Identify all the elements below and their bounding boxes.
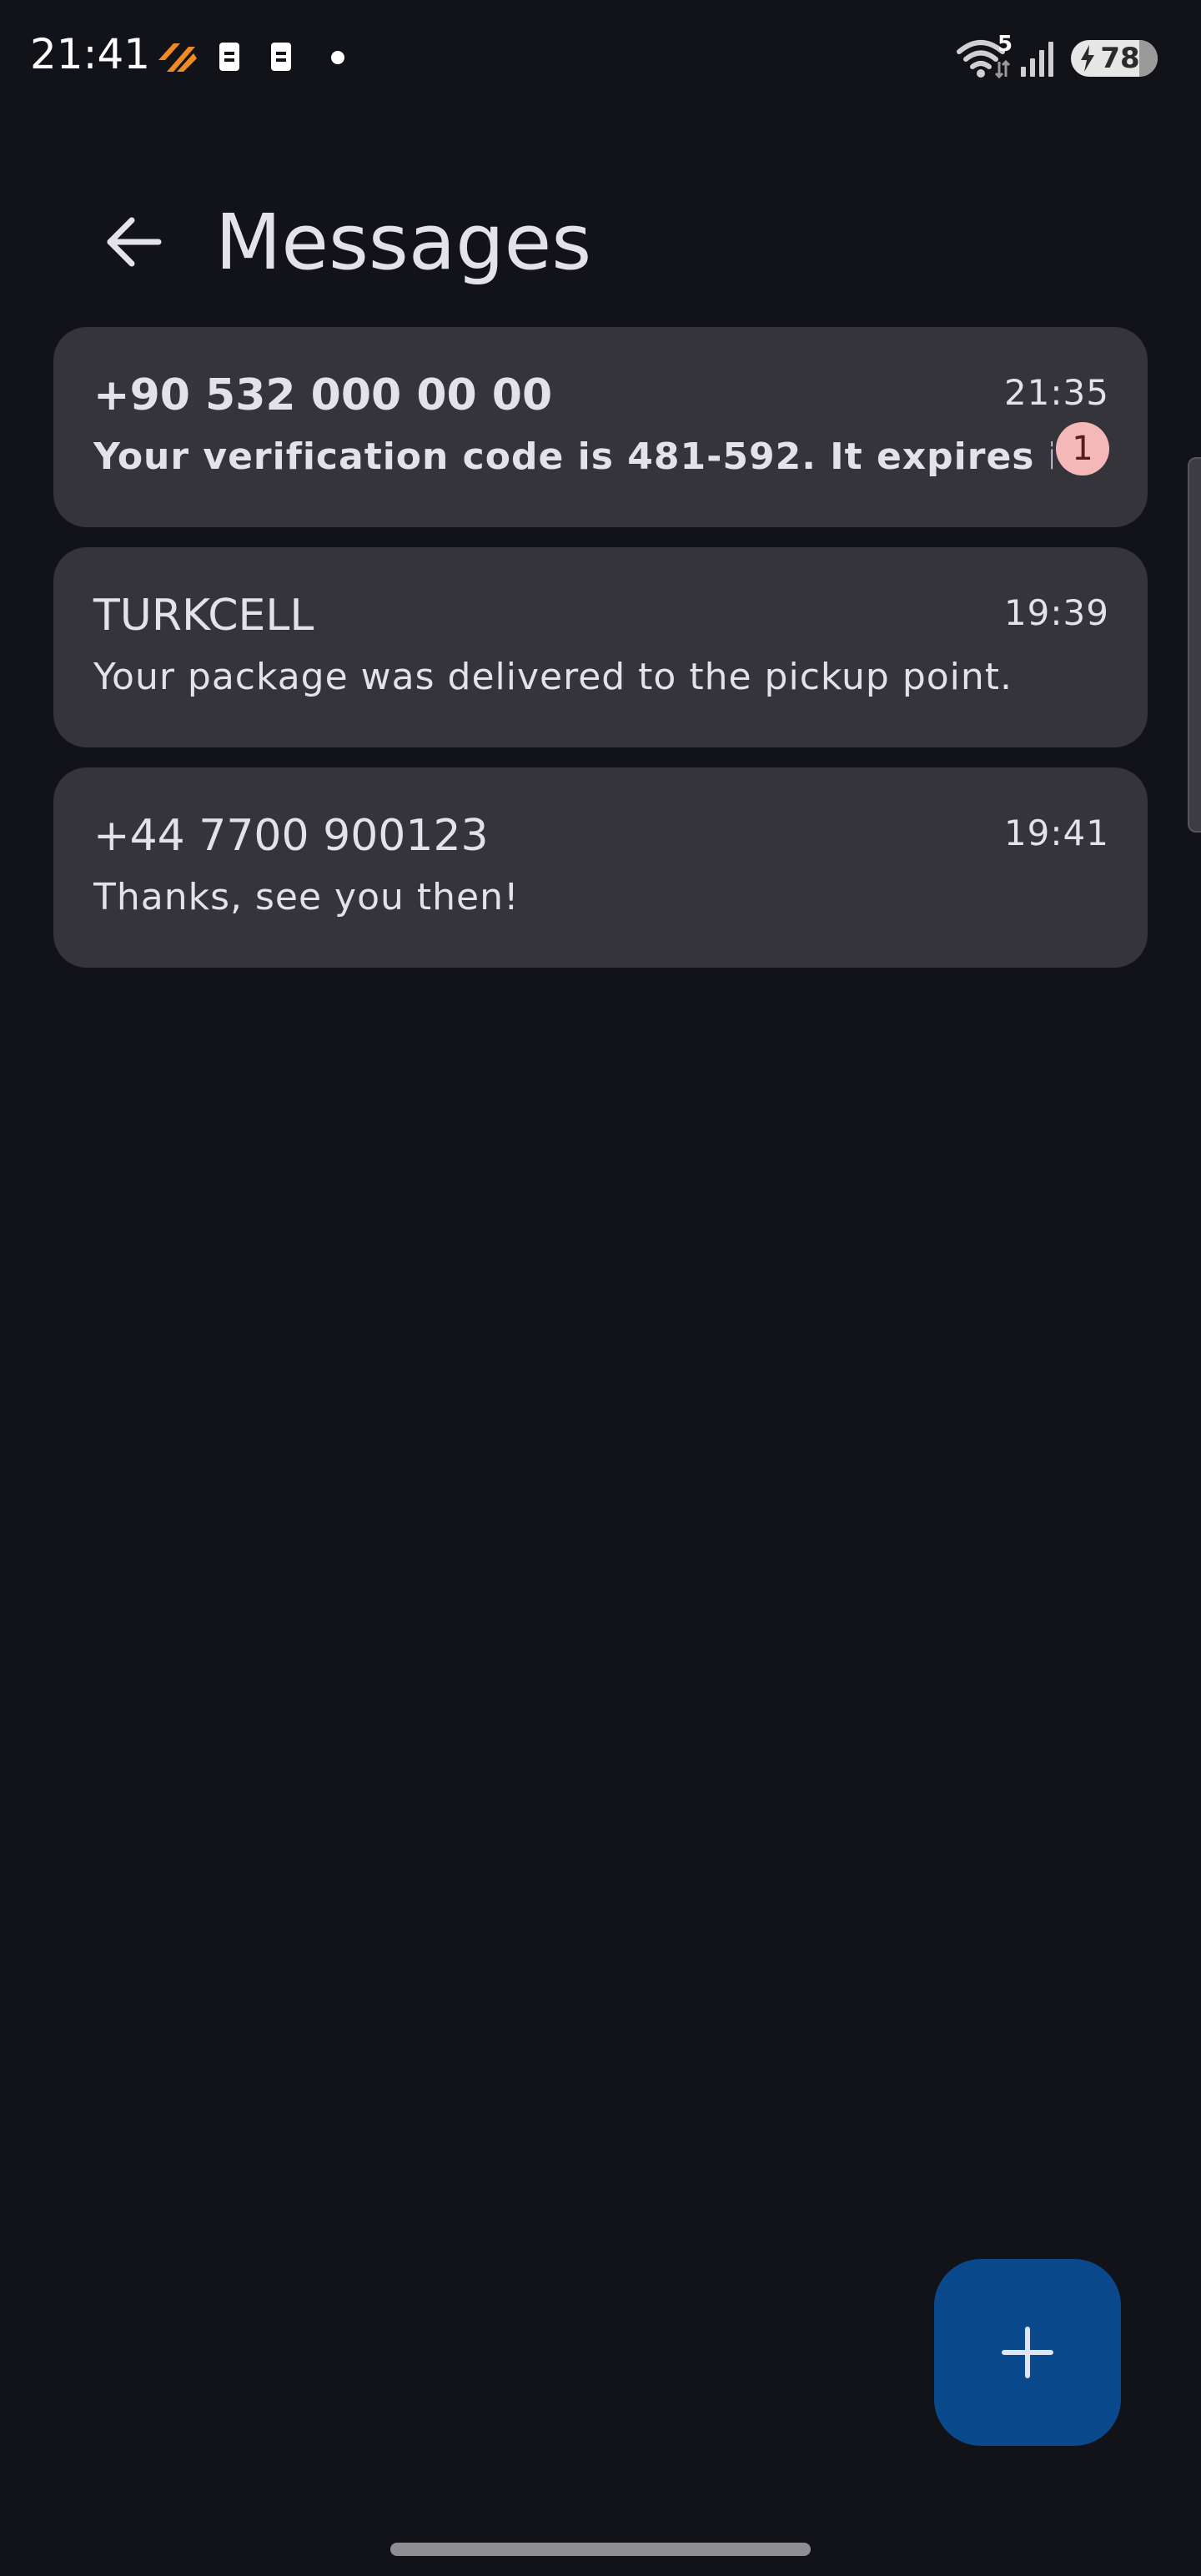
page-title: Messages	[215, 198, 592, 287]
conversation-item[interactable]: +90 532 000 00 00 Your verification code…	[53, 327, 1148, 527]
home-indicator[interactable]	[390, 2543, 811, 2556]
scrollbar[interactable]	[1188, 457, 1201, 833]
status-time: 21:41	[30, 30, 151, 78]
arrow-back-icon	[107, 217, 162, 267]
conversation-item[interactable]: TURKCELL Your package was delivered to t…	[53, 547, 1148, 747]
conversation-item[interactable]: +44 7700 900123 Thanks, see you then! 19…	[53, 767, 1148, 968]
status-bar: 21:41 5 78	[0, 0, 1201, 117]
conversation-time: 19:39	[1003, 592, 1109, 633]
conversation-sender: +44 7700 900123	[93, 811, 489, 861]
top-app-bar: Messages	[0, 167, 1201, 309]
dot-icon	[331, 51, 344, 64]
cellular-signal-icon	[1021, 42, 1053, 77]
conversation-sender: TURKCELL	[93, 591, 314, 641]
conversation-time: 19:41	[1003, 813, 1109, 853]
back-button[interactable]	[83, 192, 183, 292]
plus-icon	[1002, 2327, 1053, 2378]
conversation-snippet: Your package was delivered to the pickup…	[93, 656, 1013, 698]
battery-charging-icon: 78	[1071, 40, 1158, 77]
app-notification-icon	[158, 43, 197, 72]
conversation-sender: +90 532 000 00 00	[93, 370, 553, 420]
battery-level: 78	[1100, 42, 1140, 75]
new-message-fab[interactable]	[934, 2259, 1121, 2446]
conversation-time: 21:35	[1003, 372, 1109, 413]
unread-badge: 1	[1056, 422, 1109, 475]
conversation-snippet: Your verification code is 481-592. It ex…	[93, 435, 1053, 478]
conversation-list: +90 532 000 00 00 Your verification code…	[53, 327, 1148, 988]
sim-icon	[219, 43, 239, 71]
conversation-snippet: Thanks, see you then!	[93, 876, 520, 918]
sim-icon	[271, 43, 291, 71]
wifi-badge: 5	[997, 32, 1013, 57]
